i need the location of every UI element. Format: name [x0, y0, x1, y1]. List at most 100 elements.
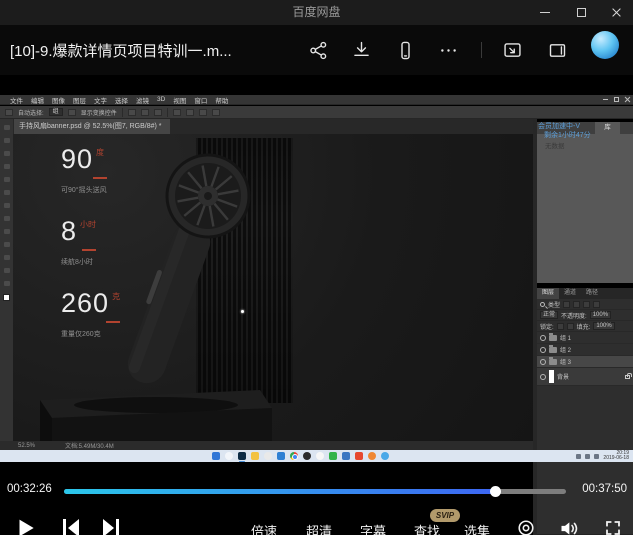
ps-menu-type: 文字: [90, 95, 111, 105]
user-avatar[interactable]: [591, 31, 619, 59]
stat-weight: 260克 重量仅260克: [61, 288, 120, 339]
episodes-button[interactable]: 选集: [464, 521, 490, 535]
mini-window-button[interactable]: [547, 40, 568, 61]
app-icon: [264, 452, 272, 460]
close-button[interactable]: [599, 0, 633, 25]
download-button[interactable]: [351, 40, 372, 61]
eye-icon: [540, 335, 546, 341]
ps-show-transform-label: 显示变换控件: [81, 108, 117, 117]
taskbar-app-icons: [212, 452, 389, 460]
ps-layer-group3: 组 3: [537, 356, 633, 368]
app-icon: [355, 452, 363, 460]
more-button[interactable]: [438, 40, 459, 61]
progress-fill: [64, 489, 496, 494]
speed-button[interactable]: 倍速: [251, 521, 277, 535]
header-divider: [481, 42, 482, 58]
ps-window-controls: [603, 97, 630, 102]
ps-canvas-banner: 90度 可90°摇头送风 8小时 续航8小时 260克 重量仅260克: [13, 134, 533, 441]
minimize-button[interactable]: [527, 0, 563, 25]
ps-layer-group2: 组 2: [537, 344, 633, 356]
stat-rotation: 90度 可90°摇头送风: [61, 144, 107, 195]
play-button[interactable]: [17, 517, 37, 535]
banner-pedestal: [28, 382, 288, 441]
ps-move-tool-icon: [5, 109, 13, 116]
share-button[interactable]: [308, 40, 329, 61]
ps-blend-row: 正常 不透明度: 100%: [537, 310, 633, 321]
ps-library-tab: 库: [595, 122, 620, 134]
picture-in-picture-button[interactable]: [502, 40, 523, 61]
ps-dock-divider: [533, 119, 537, 535]
ps-menu-image: 图像: [48, 95, 69, 105]
fullscreen-button[interactable]: [604, 519, 622, 535]
app-icon: [342, 452, 350, 460]
tray-network-icon: [585, 454, 590, 459]
mouse-cursor: [241, 310, 244, 313]
ps-menu-bar: 文件 编辑 图像 图层 文字 选择 滤镜 3D 视图 窗口 帮助: [0, 95, 633, 105]
ps-layer-filter-row: 类型: [537, 299, 633, 310]
taskbar-tray: 20:19 2019-06-18: [576, 451, 629, 462]
next-episode-button[interactable]: [100, 517, 122, 535]
picture-in-picture-icon: [502, 40, 523, 61]
progress-knob[interactable]: [490, 486, 501, 497]
previous-episode-button[interactable]: [60, 517, 82, 535]
taskbar-clock: 20:19 2019-06-18: [603, 451, 629, 462]
video-surface[interactable]: 文件 编辑 图像 图层 文字 选择 滤镜 3D 视图 窗口 帮助 自动选择: 组…: [0, 95, 633, 462]
ps-menu-window: 窗口: [190, 95, 211, 105]
layer-thumbnail: [549, 370, 554, 383]
app-icon: [368, 452, 376, 460]
phone-icon: [395, 40, 416, 61]
total-time: 00:37:50: [582, 483, 627, 495]
ps-menu-3d: 3D: [153, 96, 169, 103]
record-button[interactable]: [517, 519, 535, 535]
maximize-button[interactable]: [563, 0, 599, 25]
windows-taskbar: 20:19 2019-06-18: [0, 450, 633, 462]
banner-ribbed-backdrop: [196, 138, 293, 403]
stat-desc: 可90°摇头送风: [61, 185, 107, 195]
ps-menu-view: 视图: [169, 95, 190, 105]
file-explorer-icon: [251, 452, 259, 460]
ps-channels-tab: 通道: [559, 288, 581, 299]
search-icon: [225, 452, 233, 460]
stat-battery: 8小时 续航8小时: [61, 216, 96, 267]
send-to-phone-button[interactable]: [395, 40, 416, 61]
ps-checkbox-icon: [68, 109, 76, 116]
window-titlebar: 百度网盘: [0, 0, 633, 25]
eye-icon: [540, 374, 546, 380]
mini-window-icon: [547, 40, 568, 61]
ps-minimize-icon: [603, 99, 608, 100]
ps-fill-value: 100%: [593, 322, 614, 330]
ps-filter-type-label: 类型: [548, 300, 560, 309]
ps-foreground-color-swatch: [3, 294, 10, 301]
progress-bar[interactable]: [64, 489, 566, 494]
start-icon: [212, 452, 220, 460]
tray-up-icon: [576, 454, 581, 459]
ps-paths-tab: 路径: [581, 288, 603, 299]
ps-blend-mode-dropdown: 正常: [540, 311, 558, 319]
search-icon: [540, 302, 545, 307]
ps-options-bar: 自动选择: 组 显示变换控件: [0, 106, 633, 119]
subtitle-button[interactable]: 字幕: [360, 521, 386, 535]
ps-lock-label: 锁定:: [540, 322, 554, 331]
ps-layer-group1: 组 1: [537, 332, 633, 344]
baidu-netdisk-player-window: 百度网盘 [10]-9.爆款详情页项目特训一.m... 文件: [0, 0, 633, 535]
ps-document-size: 文档:5.49M/30.4M: [65, 441, 114, 450]
ps-fill-label: 填充:: [577, 322, 591, 331]
product-fan-image: [93, 134, 313, 406]
floating-widget: [600, 335, 633, 391]
ps-maximize-icon: [614, 97, 619, 102]
lock-icon: [625, 375, 630, 379]
svip-badge: SVIP: [430, 509, 460, 522]
floating-widget-dot: [611, 381, 614, 384]
ps-layers-panel: 图层 通道 路径 类型 正常 不透明度: 100% 锁定: 填充: 100%: [537, 288, 633, 535]
stat-unit: 度: [96, 147, 104, 158]
tray-volume-icon: [594, 454, 599, 459]
photoshop-icon: [238, 452, 246, 460]
eye-icon: [540, 347, 546, 353]
quality-button[interactable]: 超清: [306, 521, 332, 535]
find-button[interactable]: 查找: [414, 521, 440, 535]
ps-status-bar: 52.5% 文档:5.49M/30.4M: [0, 441, 533, 450]
volume-button[interactable]: [558, 518, 579, 535]
folder-icon: [549, 347, 557, 353]
app-icon: [381, 452, 389, 460]
app-icon: [303, 452, 311, 460]
